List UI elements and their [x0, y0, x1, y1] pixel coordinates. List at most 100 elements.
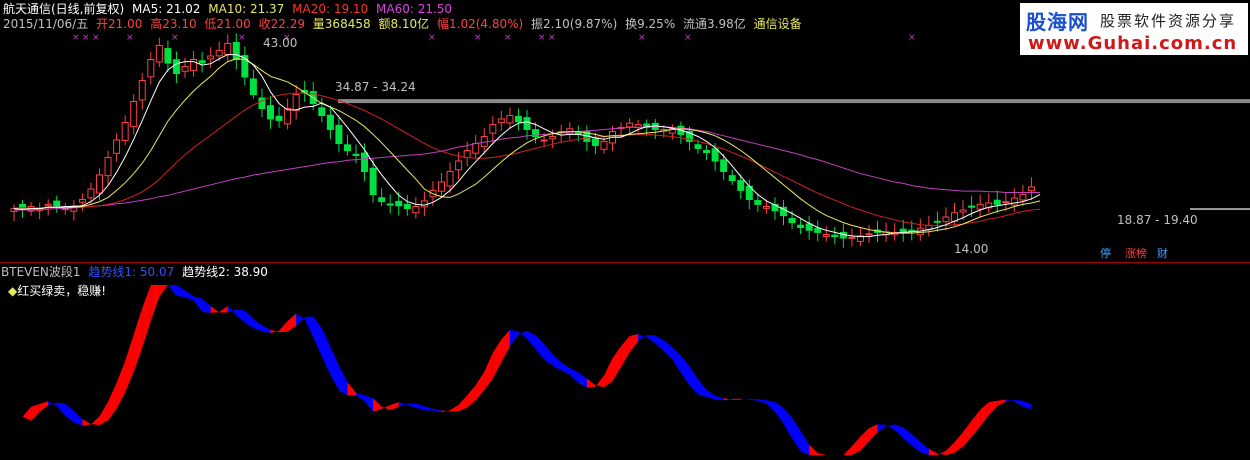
buy-band — [219, 305, 228, 313]
sell-band — [783, 407, 793, 439]
buy-band — [82, 419, 91, 426]
kline-chart[interactable]: × × × × × × × × × × × × × × × — [0, 0, 1250, 460]
buy-band — [108, 382, 117, 421]
candle-body — [711, 148, 719, 162]
support-band — [1190, 208, 1250, 211]
sell-band — [1014, 400, 1023, 407]
buy-band — [851, 436, 861, 455]
candle-body — [335, 124, 343, 144]
candle-body — [172, 59, 180, 74]
finance-button[interactable]: 财 — [1155, 247, 1170, 261]
signal-marker: × — [126, 33, 134, 43]
sell-band — [920, 441, 929, 455]
sell-band — [775, 402, 784, 424]
candle-body — [361, 152, 369, 173]
sell-band — [227, 305, 237, 316]
buy-band — [595, 375, 604, 388]
sell-band — [740, 398, 750, 400]
buy-band — [475, 371, 485, 401]
support-label: 18.87 - 19.40 — [1117, 213, 1198, 227]
candle-body — [848, 236, 856, 239]
signal-marker: × — [171, 33, 179, 43]
sell-band — [655, 335, 664, 352]
sell-band — [202, 298, 211, 313]
candle-body — [814, 228, 822, 233]
trend-line-1-value: 趋势线1: 50.07 — [88, 265, 175, 279]
sell-band — [886, 424, 895, 431]
candle-body — [395, 200, 403, 207]
indicator-title[interactable]: BTEVEN波段1 — [1, 265, 81, 279]
candle-body — [472, 143, 480, 154]
sell-band — [296, 313, 305, 326]
sell-band — [663, 340, 673, 360]
buy-band — [22, 406, 32, 421]
ma5-line — [13, 54, 1041, 238]
sell-band — [509, 329, 519, 347]
candle-body — [968, 205, 976, 208]
buy-band — [441, 410, 451, 413]
candle-body — [754, 200, 762, 205]
sell-band — [911, 434, 921, 452]
sell-band — [757, 399, 767, 404]
candle-body — [600, 140, 608, 150]
quote-date: 2015/11/06/五 — [3, 17, 89, 31]
sell-band — [766, 400, 775, 412]
resistance-band — [338, 99, 1250, 104]
candle-body — [78, 199, 86, 203]
candle-body — [378, 197, 386, 203]
buy-band — [142, 285, 151, 348]
candle-body — [959, 209, 967, 213]
stock-name: 航天通信(日线,前复权) — [3, 2, 125, 16]
candle-body — [87, 188, 95, 199]
candle-body — [113, 139, 121, 154]
sell-band — [569, 368, 579, 383]
candle-body — [1019, 194, 1027, 201]
limit-list-button[interactable]: 涨榜 — [1123, 247, 1149, 261]
header-line-2: 2015/11/06/五 开21.00 高23.10 低21.00 收22.29… — [3, 15, 806, 32]
stop-button[interactable]: 停 — [1098, 247, 1113, 261]
buy-band — [125, 334, 134, 393]
sell-band — [646, 335, 656, 344]
signal-marker: × — [908, 33, 916, 43]
buy-band — [31, 404, 40, 421]
candle-body — [720, 159, 728, 172]
buy-band — [629, 334, 639, 353]
buy-band — [621, 336, 630, 367]
sell-band — [877, 424, 887, 433]
sell-band — [244, 310, 254, 329]
candle-body — [942, 216, 950, 223]
candle-body — [138, 80, 146, 101]
candle-body — [797, 224, 805, 228]
buy-band — [347, 382, 356, 396]
sell-band — [56, 402, 66, 416]
sell-band — [1022, 400, 1032, 410]
buy-band — [450, 404, 459, 412]
sell-band — [321, 328, 331, 375]
sell-band — [253, 318, 262, 332]
candle-body — [241, 55, 249, 78]
candle-body — [420, 200, 428, 208]
buy-band — [99, 401, 109, 426]
sell-band — [894, 424, 904, 438]
sell-band — [535, 335, 545, 360]
candle-body — [198, 60, 206, 64]
buy-band — [843, 446, 852, 455]
candle-body — [318, 107, 326, 117]
signal-marker: × — [82, 33, 90, 43]
quote-volume: 量368458 — [312, 17, 371, 31]
candle-body — [497, 118, 505, 124]
candle-body — [284, 108, 292, 125]
buy-band — [458, 395, 468, 412]
buy-band — [279, 321, 288, 333]
buy-band — [988, 400, 998, 416]
candle-body — [207, 55, 215, 60]
candle-body — [1002, 201, 1010, 204]
candle-body — [96, 174, 103, 194]
signal-marker: × — [428, 33, 436, 43]
sell-band — [749, 398, 758, 401]
sell-band — [552, 354, 562, 371]
candle-body — [403, 203, 411, 210]
guhai-logo: 股海网 股票软件资源分享 www.Guhai.com.cn — [1020, 3, 1248, 55]
candle-body — [626, 122, 634, 128]
candle-body — [865, 233, 873, 236]
